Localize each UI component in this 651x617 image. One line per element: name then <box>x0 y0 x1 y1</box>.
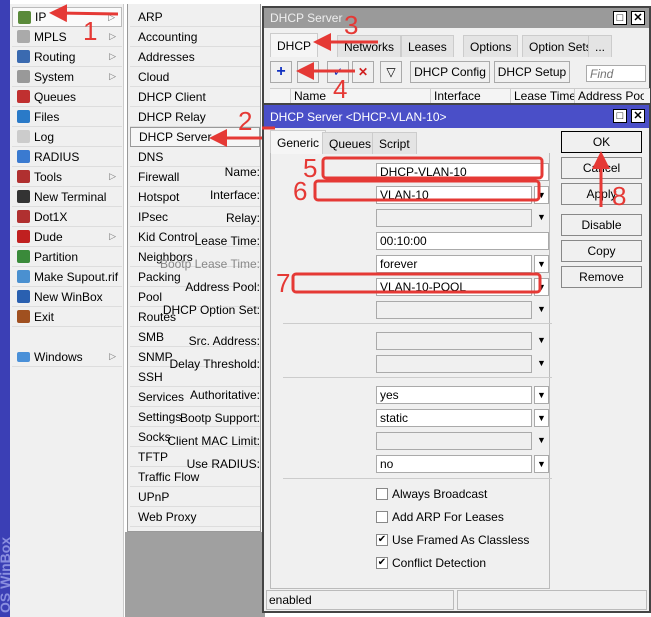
step-2: 2 <box>238 106 252 136</box>
step-4: 4 <box>333 74 347 104</box>
arrow-1 <box>49 4 119 23</box>
highlight-address-pool <box>291 272 542 294</box>
step-3: 3 <box>344 10 358 40</box>
step-8: 8 <box>612 181 626 211</box>
step-7: 7 <box>276 268 290 298</box>
annotation-overlay: 1 2 3 4 5 6 7 8 <box>49 4 626 298</box>
highlight-interface <box>313 179 541 202</box>
step-6: 6 <box>293 176 307 206</box>
highlight-name <box>321 156 544 180</box>
step-1: 1 <box>83 16 97 46</box>
